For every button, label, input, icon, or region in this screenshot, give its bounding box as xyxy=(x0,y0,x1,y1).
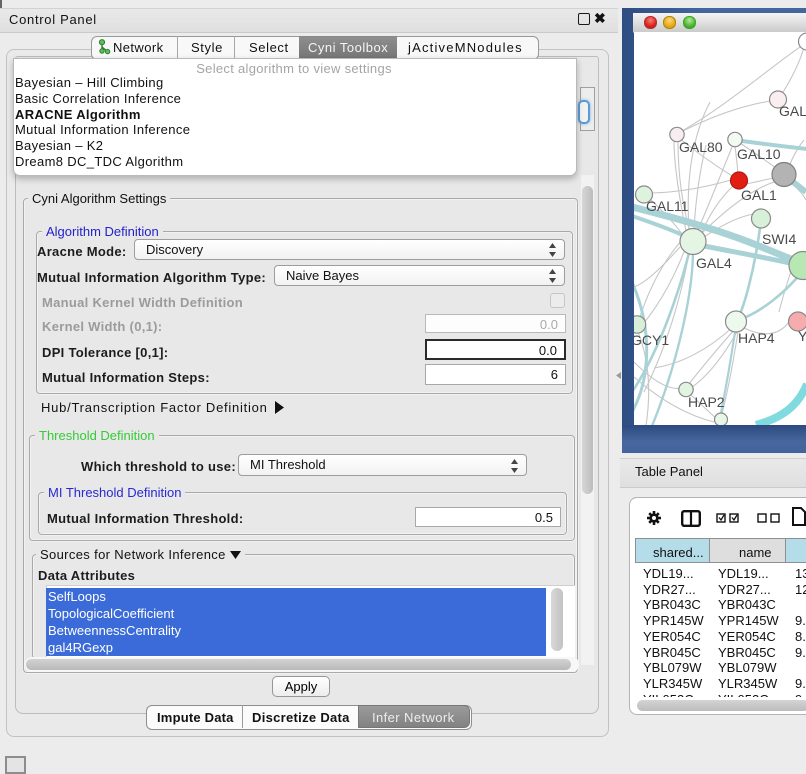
svg-text:GAL80: GAL80 xyxy=(779,103,806,119)
svg-text:HAP2: HAP2 xyxy=(688,394,725,410)
svg-text:SWI4: SWI4 xyxy=(762,231,796,247)
svg-text:GAL11: GAL11 xyxy=(646,198,689,214)
svg-text:GAL10: GAL10 xyxy=(737,146,781,162)
svg-text:HAP4: HAP4 xyxy=(738,330,775,346)
svg-text:GAL80: GAL80 xyxy=(679,139,723,155)
svg-text:GAL1: GAL1 xyxy=(741,187,777,203)
svg-text:GCY1: GCY1 xyxy=(634,332,669,348)
svg-text:Y: Y xyxy=(798,328,806,344)
svg-text:GAL4: GAL4 xyxy=(696,255,732,271)
